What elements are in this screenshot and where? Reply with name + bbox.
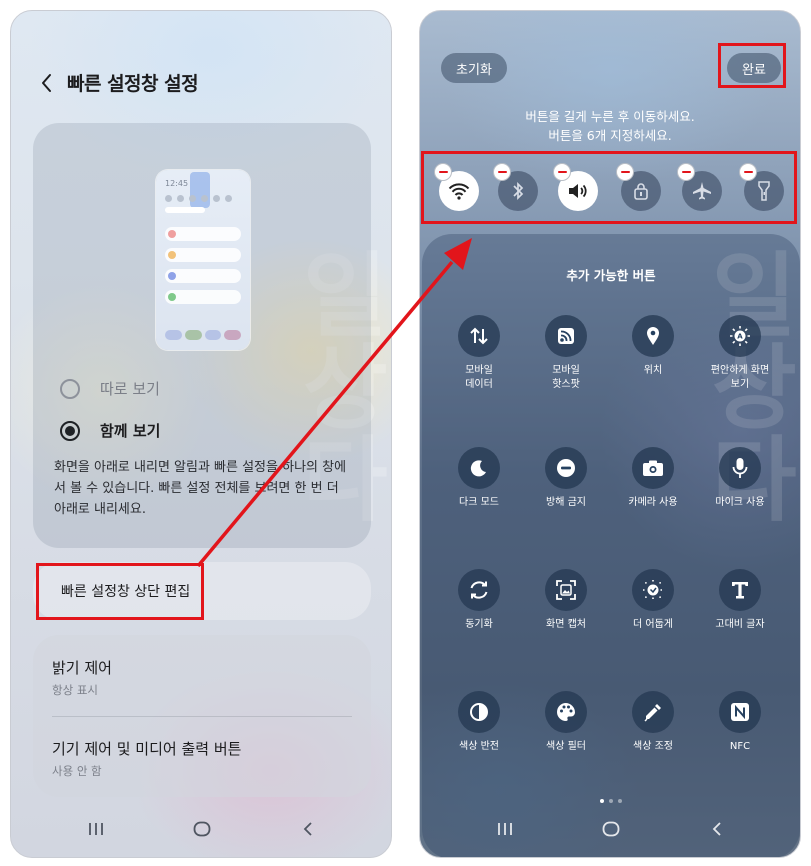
radio-label: 따로 보기 [100,380,160,398]
tile-label: 방해 금지 [546,497,586,508]
eye-comfort-icon: A [719,315,761,357]
annotation-box-edit-item [36,563,204,620]
annotation-box-done [718,43,786,88]
preview-notification [165,248,241,262]
svg-text:A: A [737,333,743,341]
tile-label: 동기화 [465,619,493,630]
tile-label: 위치 [643,365,663,376]
tile-label: 화면 캡처 [546,619,586,630]
tile-microphone[interactable]: 마이크 사용 [696,447,784,510]
setting-title: 기기 제어 및 미디어 출력 버튼 [52,740,242,758]
radio-option-together[interactable]: 함께 보기 [60,420,160,441]
divider [52,716,352,717]
available-buttons-panel: 추가 가능한 버튼 모바일 데이터 모바일 핫스팟 위치 A 편안하게 화면 보… [422,234,800,857]
tile-mobile-data[interactable]: 모바일 데이터 [435,315,523,392]
instruction-text: 버튼을 길게 누른 후 이동하세요. [525,109,695,124]
tile-label: 다크 모드 [459,497,499,508]
tile-camera-access[interactable]: 카메라 사용 [609,447,697,510]
tile-nfc[interactable]: NFC [696,691,784,754]
back-nav-icon[interactable] [297,819,319,839]
setting-subtitle: 사용 안 함 [52,764,102,778]
setting-subtitle: 항상 표시 [52,683,98,697]
tile-color-adjust[interactable]: 색상 조정 [609,691,697,754]
color-adjust-icon [632,691,674,733]
tile-label: 모바일 핫스팟 [552,365,580,390]
settings-list: 밝기 제어 항상 표시 기기 제어 및 미디어 출력 버튼 사용 안 함 [33,635,371,797]
preview-notification [165,269,241,283]
view-mode-card: 12:45 따로 보기 함께 보기 화면을 아래로 내리면 알림과 빠른 설정을… [33,123,371,548]
back-arrow-icon[interactable] [39,72,55,94]
color-filter-icon [545,691,587,733]
navigation-bar [11,819,391,839]
preview-notification [165,227,241,241]
tile-dark-mode[interactable]: 다크 모드 [435,447,523,510]
preview-highlight [190,172,210,208]
instruction-text: 버튼을 6개 지정하세요. [548,128,672,143]
tile-label: 색상 조정 [633,741,673,752]
preview-notification [165,290,241,304]
tile-color-inversion[interactable]: 색상 반전 [435,691,523,754]
setting-title: 밝기 제어 [52,659,112,677]
reset-button[interactable]: 초기화 [441,53,507,83]
mobile-data-icon [458,315,500,357]
navigation-bar [420,819,800,839]
tile-extra-dim[interactable]: 더 어둡게 [609,569,697,632]
preview-clock: 12:45 [165,179,189,188]
tile-label: 카메라 사용 [628,497,678,508]
radio-button[interactable] [60,378,80,399]
tile-do-not-disturb[interactable]: 방해 금지 [522,447,610,510]
tile-eye-comfort[interactable]: A 편안하게 화면 보기 [696,315,784,392]
recent-apps-icon[interactable] [85,819,107,839]
tile-label: NFC [729,741,751,752]
recent-apps-icon[interactable] [494,819,516,839]
radio-button-selected[interactable] [60,420,80,441]
nfc-icon [719,691,761,733]
tile-label: 더 어둡게 [633,619,673,630]
extra-dim-icon [632,569,674,611]
home-icon[interactable] [191,819,213,839]
tile-color-filter[interactable]: 색상 필터 [522,691,610,754]
tile-label: 색상 필터 [546,741,586,752]
tile-label: 고대비 글자 [715,619,765,630]
annotation-box-active-buttons [421,151,797,224]
do-not-disturb-icon [545,447,587,489]
quick-panel-preview-image: 12:45 [156,170,250,350]
radio-label: 함께 보기 [100,422,161,440]
home-icon[interactable] [600,819,622,839]
screen-capture-icon [545,569,587,611]
tile-label: 편안하게 화면 보기 [710,365,770,390]
tile-sync[interactable]: 동기화 [435,569,523,632]
page-title: 빠른 설정창 설정 [67,73,199,95]
view-mode-description: 화면을 아래로 내리면 알림과 빠른 설정을 하나의 창에서 볼 수 있습니다.… [54,460,347,517]
left-phone-screen: 일 상 다 빠른 설정창 설정 12:45 따로 보기 함께 보기 화면을 아래… [10,10,392,858]
sync-icon [458,569,500,611]
tile-high-contrast-font[interactable]: 고대비 글자 [696,569,784,632]
back-nav-icon[interactable] [706,819,728,839]
preview-quick-icons [165,195,232,202]
microphone-icon [719,447,761,489]
preview-bottom-bar [165,330,241,340]
camera-access-icon [632,447,674,489]
header: 빠른 설정창 설정 [39,69,199,96]
page-indicator[interactable] [422,799,800,803]
tile-location[interactable]: 위치 [609,315,697,378]
tile-label: 색상 반전 [459,741,499,752]
tile-screen-capture[interactable]: 화면 캡처 [522,569,610,632]
location-icon [632,315,674,357]
tile-label: 모바일 데이터 [465,365,493,390]
right-phone-screen: 일 상 다 초기화 완료 버튼을 길게 누른 후 이동하세요. 버튼을 6개 지… [419,10,801,858]
dark-mode-icon [458,447,500,489]
tile-label: 마이크 사용 [715,497,765,508]
radio-option-separate[interactable]: 따로 보기 [60,378,160,399]
tile-hotspot[interactable]: 모바일 핫스팟 [522,315,610,392]
hotspot-icon [545,315,587,357]
color-inversion-icon [458,691,500,733]
high-contrast-font-icon [719,569,761,611]
panel-title: 추가 가능한 버튼 [566,268,656,283]
